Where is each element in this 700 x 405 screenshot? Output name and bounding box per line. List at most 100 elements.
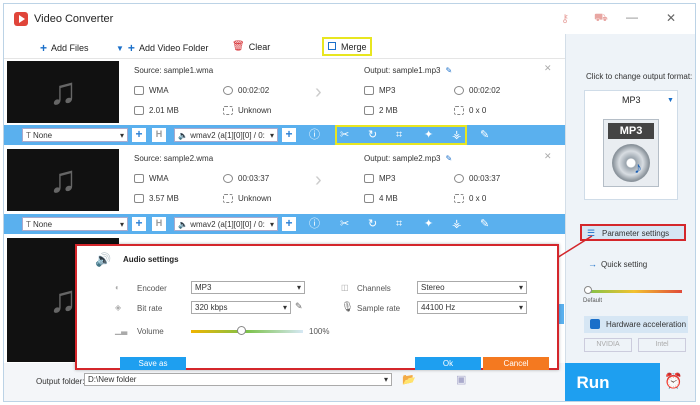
plus-icon: +	[40, 41, 48, 55]
output-format-selector[interactable]: MP3 ▼ MP3 ♪	[584, 90, 678, 200]
resolution-icon	[454, 194, 464, 203]
dialog-title: Audio settings	[123, 255, 179, 264]
chevron-down-icon: ▾	[119, 130, 124, 140]
run-label: Run	[576, 373, 610, 392]
add-video-folder-label: Add Video Folder	[138, 43, 209, 53]
key-icon[interactable]: ⚷	[561, 12, 569, 25]
alarm-clock-icon[interactable]: ⏰	[664, 372, 683, 390]
subtitle-value: None	[32, 130, 53, 140]
audio-track-value: wmav2 (a[1][0][0] / 0:	[190, 219, 265, 229]
ok-button[interactable]: Ok	[415, 357, 481, 370]
encoder-select[interactable]: MP3 ▾	[191, 281, 305, 294]
source-name: Source: sample1.wma	[134, 66, 214, 75]
hardware-acceleration-label: Hardware acceleration	[606, 320, 687, 329]
channels-icon: ◫	[341, 283, 349, 292]
bitrate-select[interactable]: 320 kbps ▾	[191, 301, 291, 314]
source-resolution: Unknown	[238, 194, 272, 203]
chevron-down-icon: ▾	[518, 303, 523, 312]
clear-label: Clear	[248, 41, 271, 52]
parameter-settings-label: Parameter settings	[602, 229, 670, 238]
resolution-icon	[223, 106, 233, 115]
channels-select[interactable]: Stereo ▾	[417, 281, 527, 294]
quick-setting[interactable]: → Quick setting	[588, 259, 647, 269]
watermark-icon[interactable]: ⚶	[452, 218, 461, 230]
subtitle-extra-button[interactable]: H	[152, 128, 166, 142]
close-icon[interactable]: ✕	[666, 11, 676, 25]
merge-button[interactable]: Merge	[322, 37, 372, 56]
add-files-label: Add Files	[51, 43, 89, 53]
volume-slider-track[interactable]	[191, 330, 303, 333]
output-size: 4 MB	[379, 194, 398, 203]
file-item[interactable]: ♫ Source: sample2.wma WMA 00:03:37 3.57 …	[4, 147, 565, 212]
output-folder-select[interactable]: D:\New folder ▾	[84, 373, 392, 386]
cancel-label: Cancel	[503, 359, 529, 368]
clock-icon	[223, 174, 233, 183]
remove-file-icon[interactable]: ✕	[544, 151, 552, 162]
add-audio-track-button[interactable]: +	[282, 128, 296, 142]
source-size: 3.57 MB	[149, 194, 179, 203]
open-folder-icon[interactable]: ▣	[456, 373, 466, 386]
output-format: MP3	[379, 174, 396, 183]
info-icon[interactable]: ⓘ	[309, 129, 320, 141]
folder-icon[interactable]: 📂	[402, 373, 416, 386]
scissors-icon[interactable]: ✂	[340, 129, 349, 141]
nvidia-option[interactable]: NVIDIA	[584, 338, 632, 352]
volume-value: 100%	[309, 327, 330, 336]
remove-file-icon[interactable]: ✕	[544, 63, 552, 74]
file-thumbnail: ♫	[7, 149, 119, 211]
subtitle-select[interactable]: T None ▾	[22, 217, 128, 231]
crop-icon[interactable]: ⌗	[396, 218, 402, 230]
rotate-icon[interactable]: ↻	[368, 218, 377, 230]
channels-label: Channels	[357, 284, 391, 293]
cancel-button[interactable]: Cancel	[483, 357, 549, 370]
subtitle-extra-button[interactable]: H	[152, 217, 166, 231]
minimize-icon[interactable]: —	[626, 10, 638, 24]
rotate-icon[interactable]: ↻	[368, 129, 377, 141]
music-note-icon: ♫	[48, 158, 78, 201]
hardware-acceleration-toggle[interactable]: Hardware acceleration	[584, 316, 688, 333]
subtitle-select[interactable]: T None ▾	[22, 128, 128, 142]
quality-slider-track[interactable]	[586, 290, 682, 293]
edit-toolbar: T None ▾ + H 🔈 wmav2 (a[1][0][0] / 0: ▾ + …	[4, 214, 565, 234]
arrow-icon: ›	[315, 169, 322, 191]
cart-icon[interactable]: ⛟	[594, 12, 608, 26]
volume-slider-handle[interactable]	[237, 326, 247, 335]
arrow-icon: ›	[315, 81, 322, 103]
edit-pencil-icon[interactable]: ✎	[445, 66, 452, 75]
output-format: MP3	[379, 86, 396, 95]
toolbar: + Add Files ▼ + Add Video Folder 🗑 Clear…	[4, 34, 565, 59]
subtitle-edit-icon[interactable]: ✎	[480, 129, 489, 141]
add-video-folder-button[interactable]: ▼ + Add Video Folder	[116, 41, 208, 55]
plus-icon: +	[127, 41, 135, 55]
audio-track-select[interactable]: 🔈 wmav2 (a[1][0][0] / 0: ▾	[174, 128, 278, 142]
edit-pencil-icon[interactable]: ✎	[295, 301, 303, 312]
output-resolution: 0 x 0	[469, 194, 487, 203]
add-files-button[interactable]: + Add Files	[40, 41, 89, 55]
info-icon[interactable]: ⓘ	[309, 218, 320, 230]
crop-icon[interactable]: ⌗	[396, 129, 402, 141]
effects-wand-icon[interactable]: ✦	[424, 129, 433, 141]
add-subtitle-button[interactable]: +	[132, 128, 146, 142]
edit-pencil-icon[interactable]: ✎	[445, 154, 452, 163]
watermark-icon[interactable]: ⚶	[452, 129, 461, 141]
quality-slider-handle[interactable]	[584, 286, 592, 294]
save-as-button[interactable]: Save as	[120, 357, 186, 370]
add-subtitle-button[interactable]: +	[132, 217, 146, 231]
scissors-icon[interactable]: ✂	[340, 218, 349, 230]
subtitle-value: None	[32, 219, 53, 229]
clock-icon	[454, 86, 464, 95]
right-panel: Click to change output format: MP3 ▼ MP3…	[526, 34, 695, 401]
subtitle-edit-icon[interactable]: ✎	[480, 218, 489, 230]
clear-button[interactable]: 🗑 Clear	[232, 41, 270, 52]
source-format: WMA	[149, 174, 169, 183]
audio-track-select[interactable]: 🔈 wmav2 (a[1][0][0] / 0: ▾	[174, 217, 278, 231]
source-name: Source: sample2.wma	[134, 154, 214, 163]
size-icon	[134, 194, 144, 203]
intel-option[interactable]: Intel	[638, 338, 686, 352]
effects-wand-icon[interactable]: ✦	[424, 218, 433, 230]
sample-rate-select[interactable]: 44100 Hz ▾	[417, 301, 527, 314]
add-audio-track-button[interactable]: +	[282, 217, 296, 231]
file-item[interactable]: ♫ Source: sample1.wma WMA 00:02:02 2.01 …	[4, 59, 565, 124]
encoder-label: Encoder	[137, 284, 167, 293]
default-label: Default	[583, 298, 603, 304]
